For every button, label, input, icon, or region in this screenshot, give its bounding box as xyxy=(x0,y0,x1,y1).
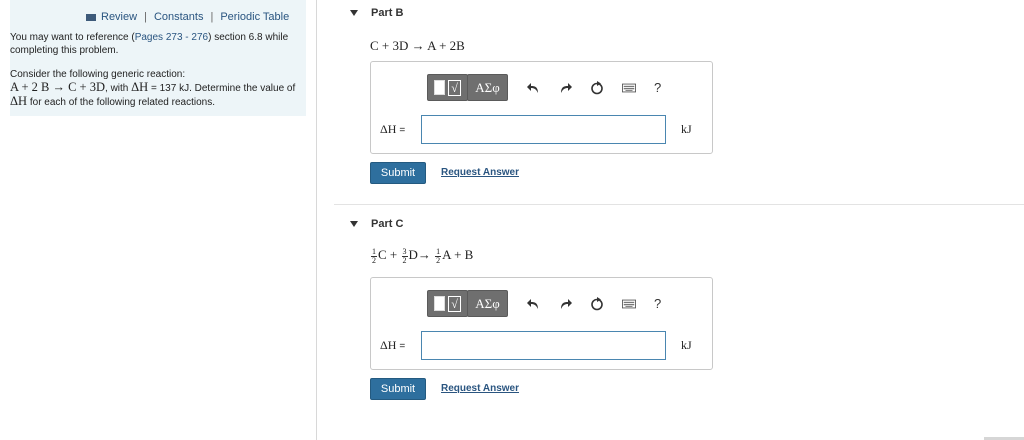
part-b-answer-box: √ ΑΣφ ? ΔH = kJ xyxy=(370,61,713,154)
unit-label: kJ xyxy=(681,338,692,352)
collapse-triangle-icon[interactable] xyxy=(350,10,358,16)
part-b-header[interactable]: Part B xyxy=(350,7,403,19)
undo-icon[interactable] xyxy=(526,297,540,311)
radical-icon: √ xyxy=(448,295,461,312)
part-c-equation: 12C + 3 2 D→ 12A + B xyxy=(370,247,473,265)
reset-icon[interactable] xyxy=(590,296,604,311)
reaction-intro: Consider the following generic reaction:… xyxy=(10,68,300,109)
reference-prefix: You may want to reference ( xyxy=(10,32,135,43)
delta-h-symbol: ΔH xyxy=(10,94,28,108)
templates-button[interactable]: √ xyxy=(427,290,468,317)
templates-icon xyxy=(434,80,446,95)
equation-term: A + B xyxy=(442,247,474,262)
symbols-button[interactable]: ΑΣφ xyxy=(467,290,508,317)
redo-icon[interactable] xyxy=(558,81,572,95)
templates-icon xyxy=(434,296,446,311)
fraction-denominator: 2 xyxy=(372,255,376,265)
fraction: 12 xyxy=(435,246,442,265)
generic-reaction: A + 2 B → C + 3D xyxy=(10,80,106,94)
constants-link[interactable]: Constants xyxy=(154,11,204,23)
part-c-answer-box: √ ΑΣφ ? ΔH = kJ xyxy=(370,277,713,370)
math-toolbar: √ ΑΣφ ? xyxy=(427,290,661,317)
list-icon xyxy=(86,13,96,21)
delta-h-input[interactable] xyxy=(421,115,666,144)
nav-separator: | xyxy=(144,11,147,23)
part-b-submit-button[interactable]: Submit xyxy=(370,162,426,184)
reference-text: You may want to reference (Pages 273 - 2… xyxy=(10,32,290,57)
delta-h-symbol: ΔH xyxy=(380,338,397,352)
help-icon[interactable]: ? xyxy=(654,296,661,311)
equals-sign: = xyxy=(399,341,406,352)
periodic-table-link[interactable]: Periodic Table xyxy=(220,11,289,23)
part-b-equation: C + 3D → A + 2B xyxy=(370,38,465,53)
pages-link[interactable]: Pages 273 - 276 xyxy=(135,32,208,43)
review-link[interactable]: Review xyxy=(101,11,137,23)
delta-h-label: ΔH = xyxy=(380,338,405,353)
part-c-submit-button[interactable]: Submit xyxy=(370,378,426,400)
redo-icon[interactable] xyxy=(558,297,572,311)
radical-icon: √ xyxy=(448,79,461,96)
part-b-request-answer-link[interactable]: Request Answer xyxy=(441,167,519,178)
delta-h-symbol: ΔH xyxy=(380,122,397,136)
part-separator xyxy=(334,204,1024,205)
fraction-denominator: 2 xyxy=(402,255,407,265)
resource-nav: Review | Constants | Periodic Table xyxy=(86,11,289,23)
unit-label: kJ xyxy=(681,122,692,136)
part-c-request-answer-link[interactable]: Request Answer xyxy=(441,383,519,394)
templates-button[interactable]: √ xyxy=(427,74,468,101)
equation-term: C + xyxy=(378,247,398,262)
fraction-numerator: 1 xyxy=(436,246,441,256)
part-b-title: Part B xyxy=(371,7,404,19)
undo-icon[interactable] xyxy=(526,81,540,95)
keyboard-icon[interactable] xyxy=(622,297,636,311)
equals-sign: = xyxy=(399,125,406,136)
reset-icon[interactable] xyxy=(590,80,604,95)
symbols-button[interactable]: ΑΣφ xyxy=(467,74,508,101)
math-toolbar: √ ΑΣφ ? xyxy=(427,74,661,101)
fraction: 12 xyxy=(371,246,377,265)
collapse-triangle-icon[interactable] xyxy=(350,221,358,227)
enthalpy-value: = 137 kJ xyxy=(148,83,190,94)
fraction-numerator: 1 xyxy=(372,246,376,256)
part-c-title: Part C xyxy=(371,218,404,230)
fraction-numerator: 3 xyxy=(402,246,407,256)
delta-h-input[interactable] xyxy=(421,331,666,360)
delta-h-symbol: ΔH xyxy=(131,80,149,94)
fraction-denominator: 2 xyxy=(436,255,441,265)
instruction-tail: for each of the following related reacti… xyxy=(29,97,215,108)
keyboard-icon[interactable] xyxy=(622,81,636,95)
part-c-header[interactable]: Part C xyxy=(350,218,403,230)
equation-term: D→ xyxy=(408,247,431,262)
with-text: , with xyxy=(105,83,129,94)
fraction: 32 xyxy=(401,246,408,265)
panel-divider xyxy=(316,0,317,440)
determine-text: . Determine the value of xyxy=(189,83,296,94)
nav-separator: | xyxy=(210,11,214,23)
help-icon[interactable]: ? xyxy=(654,80,661,95)
delta-h-label: ΔH = xyxy=(380,122,405,137)
